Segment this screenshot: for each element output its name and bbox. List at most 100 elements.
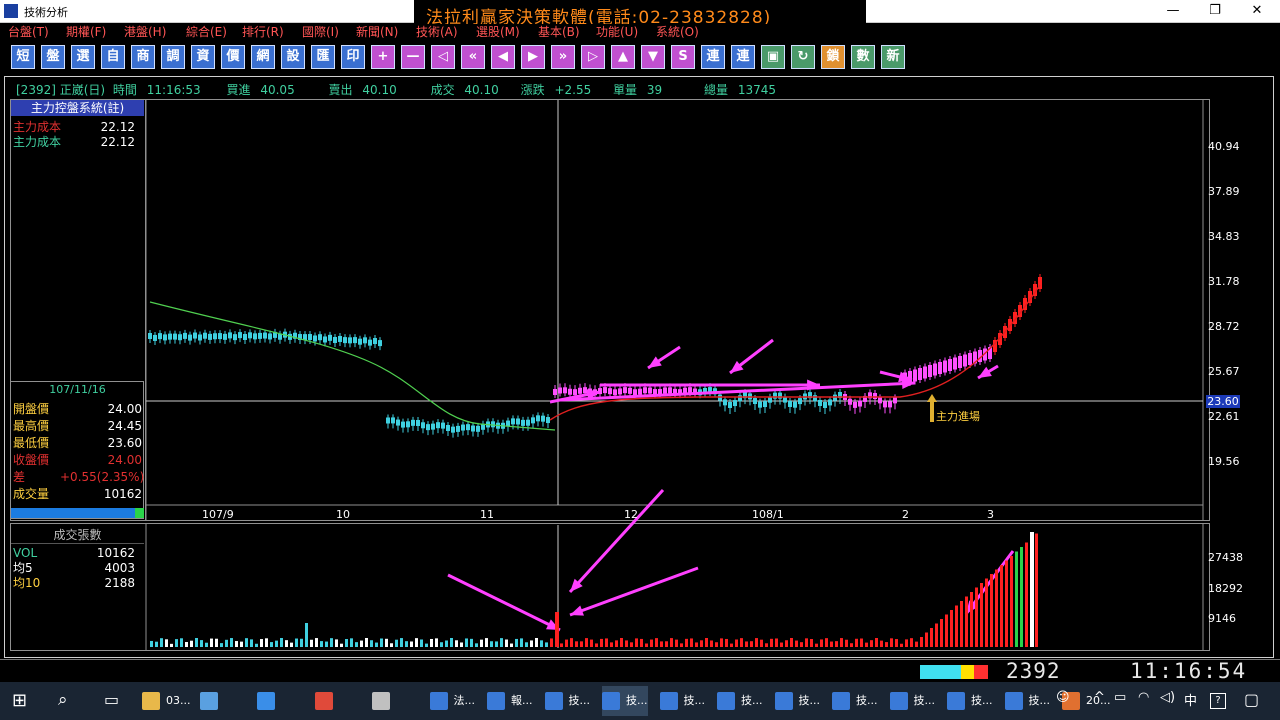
status-bar xyxy=(0,659,1280,682)
computer-icon xyxy=(199,692,218,710)
menu-item-0[interactable]: 台盤(T) xyxy=(8,24,49,40)
chart-app-icon xyxy=(774,692,793,710)
taskbar-item[interactable] xyxy=(257,686,281,716)
refresh-icon[interactable]: ↻ xyxy=(791,45,815,69)
day-detail-date: 107/11/16 xyxy=(49,383,106,396)
close-button[interactable]: ✕ xyxy=(1234,0,1280,22)
menu-item-1[interactable]: 期權(F) xyxy=(66,24,106,40)
taskbar-item[interactable]: 技... xyxy=(544,686,590,716)
notification-icon[interactable]: ▢ xyxy=(1244,690,1259,709)
chart-app-icon xyxy=(487,692,505,710)
link-icon[interactable]: 連 xyxy=(701,45,725,69)
settings-icon[interactable]: 設 xyxy=(281,45,305,69)
menu-item-3[interactable]: 綜合(E) xyxy=(186,24,227,40)
restore-button[interactable]: ❐ xyxy=(1192,0,1238,22)
volume-legend-value: 2188 xyxy=(104,576,135,590)
print-icon[interactable]: 印 xyxy=(341,45,365,69)
menu-item-11[interactable]: 系統(O) xyxy=(656,24,699,40)
taskbar-item[interactable]: 技... xyxy=(602,686,648,716)
menu-item-7[interactable]: 技術(A) xyxy=(416,24,458,40)
calc-icon[interactable]: 數 xyxy=(851,45,875,69)
menu-item-4[interactable]: 排行(R) xyxy=(242,24,284,40)
minimize-button[interactable]: — xyxy=(1150,0,1196,22)
price-tick: 40.94 xyxy=(1208,140,1240,153)
chart-app-icon xyxy=(602,692,620,710)
taskbar-item[interactable]: 技... xyxy=(774,686,820,716)
windows-start-icon[interactable]: ⊞ xyxy=(12,690,27,711)
search-icon[interactable]: ⌕ xyxy=(58,690,68,710)
bid-label: 買進 xyxy=(226,83,251,97)
tool-icon xyxy=(372,692,390,710)
scroll-thumb[interactable] xyxy=(135,508,144,518)
taskbar-item[interactable]: 技... xyxy=(717,686,763,716)
change-value: +2.55 xyxy=(554,83,592,97)
taskbar-item[interactable] xyxy=(372,686,396,716)
taskbar-item[interactable]: 03... xyxy=(142,686,191,716)
taskbar-item[interactable]: 法... xyxy=(429,686,475,716)
taskbar-item[interactable] xyxy=(199,686,224,716)
board-icon[interactable]: 盤 xyxy=(41,45,65,69)
chart-app-icon xyxy=(947,692,965,710)
ime-mode-icon[interactable]: ? xyxy=(1210,693,1226,709)
menu-item-9[interactable]: 基本(B) xyxy=(538,24,580,40)
time-tick: 3 xyxy=(987,508,994,521)
taskbar-item[interactable]: 報... xyxy=(487,686,533,716)
back-icon[interactable]: ◀ xyxy=(491,45,515,69)
tray-chevron-icon[interactable]: ^ xyxy=(1094,690,1105,705)
taskbar-item[interactable]: 技... xyxy=(1004,686,1050,716)
menu-item-8[interactable]: 選股(M) xyxy=(476,24,520,40)
price-icon[interactable]: 價 xyxy=(221,45,245,69)
ask-value: 40.10 xyxy=(362,83,397,97)
time-tick: 2 xyxy=(902,508,909,521)
wifi-icon[interactable]: ◠ xyxy=(1138,690,1149,705)
window-icon[interactable]: ▣ xyxy=(761,45,785,69)
people-icon[interactable]: ☺ xyxy=(1056,690,1070,705)
select-icon[interactable]: 選 xyxy=(71,45,95,69)
menu-item-2[interactable]: 港盤(H) xyxy=(124,24,166,40)
taskbar-item[interactable] xyxy=(314,686,339,716)
first-icon[interactable]: ◁ xyxy=(431,45,455,69)
fast-back-icon[interactable]: « xyxy=(461,45,485,69)
menu-item-6[interactable]: 新聞(N) xyxy=(356,24,398,40)
data-icon[interactable]: 資 xyxy=(191,45,215,69)
link2-icon[interactable]: 連 xyxy=(731,45,755,69)
new-icon[interactable]: 新 xyxy=(881,45,905,69)
taskbar-item[interactable]: 技... xyxy=(659,686,705,716)
taskbar-item[interactable]: 技... xyxy=(832,686,878,716)
task-view-icon[interactable]: ▭ xyxy=(104,690,119,709)
indicator-header[interactable]: 主力控盤系統(註) xyxy=(11,100,144,116)
up-icon[interactable]: ▲ xyxy=(611,45,635,69)
down-icon[interactable]: ▼ xyxy=(641,45,665,69)
zoom-out-icon[interactable]: — xyxy=(401,45,425,69)
short-term-icon[interactable]: 短 xyxy=(11,45,35,69)
commodity-icon[interactable]: 商 xyxy=(131,45,155,69)
taskbar-item[interactable]: 技... xyxy=(889,686,936,716)
adjust-icon[interactable]: 調 xyxy=(161,45,185,69)
volume-icon[interactable]: ◁) xyxy=(1160,690,1175,705)
time-value: 11:16:53 xyxy=(146,83,201,97)
fast-forward-icon[interactable]: » xyxy=(551,45,575,69)
taskbar-item-label: 技... xyxy=(913,694,936,707)
export-icon[interactable]: 匯 xyxy=(311,45,335,69)
zoom-in-icon[interactable]: + xyxy=(371,45,395,69)
volume-header: 成交張數 xyxy=(11,527,144,544)
last-icon[interactable]: ▷ xyxy=(581,45,605,69)
ime-indicator[interactable]: 中 xyxy=(1184,690,1197,709)
volume-panel[interactable] xyxy=(10,523,1210,651)
menu-item-5[interactable]: 國際(I) xyxy=(302,24,339,40)
price-tick: 25.67 xyxy=(1208,365,1240,378)
web-icon[interactable]: 網 xyxy=(251,45,275,69)
last-value: 40.10 xyxy=(464,83,499,97)
taskbar-item[interactable]: 技... xyxy=(947,686,993,716)
forward-icon[interactable]: ▶ xyxy=(521,45,545,69)
change-label: 漲跌 xyxy=(520,83,545,97)
price-panel[interactable] xyxy=(10,99,1210,521)
scroll-bar[interactable] xyxy=(11,508,135,518)
day-detail-label: 最低價 xyxy=(13,436,50,450)
app-icon xyxy=(429,692,448,710)
bid-value: 40.05 xyxy=(260,83,295,97)
lock-icon[interactable]: 鎖 xyxy=(821,45,845,69)
custom-icon[interactable]: 自 xyxy=(101,45,125,69)
menu-item-10[interactable]: 功能(U) xyxy=(596,24,638,40)
esc-icon[interactable]: S xyxy=(671,45,695,69)
